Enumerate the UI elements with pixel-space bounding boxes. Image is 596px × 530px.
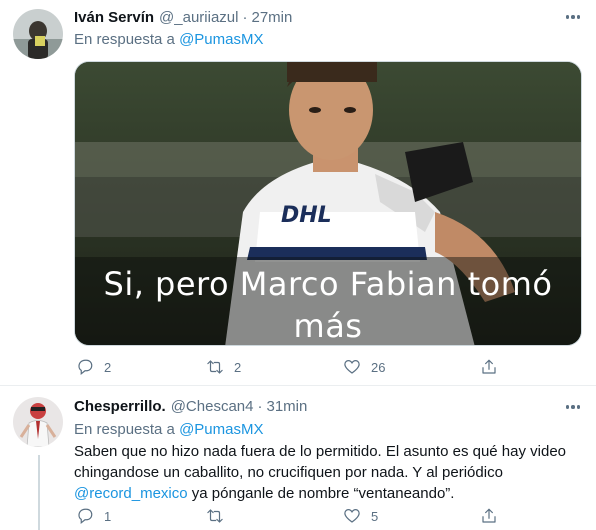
reply-context: En respuesta a @PumasMX — [74, 421, 264, 438]
tweet-text-line: @record_mexico ya pónganle de nombre “ve… — [74, 483, 584, 504]
reply-mention-link[interactable]: @PumasMX — [179, 421, 263, 438]
user-handle[interactable]: @_auriiazul — [159, 9, 238, 26]
user-handle[interactable]: @Chescan4 — [171, 398, 254, 415]
reply-count: 1 — [104, 508, 112, 524]
timestamp[interactable]: 27min — [251, 9, 292, 26]
timestamp[interactable]: 31min — [266, 398, 307, 415]
tweet-text-fragment: ya pónganle de nombre “ventaneando”. — [187, 485, 455, 502]
avatar[interactable] — [13, 397, 63, 447]
retweet-count: 2 — [234, 359, 242, 375]
thread-line — [38, 455, 40, 530]
more-icon[interactable] — [563, 397, 583, 417]
tweet-text-line: chingandose un caballito, no crucifiquen… — [74, 464, 503, 481]
more-icon[interactable] — [563, 7, 583, 27]
retweet-icon — [207, 509, 223, 523]
reply-icon — [78, 359, 93, 375]
jersey-sponsor-text: DHL — [281, 203, 332, 228]
tweet-header: Chesperrillo. @Chescan4 · 31min — [74, 398, 307, 415]
like-count: 26 — [371, 359, 386, 375]
avatar[interactable] — [13, 9, 63, 59]
retweet-button[interactable]: 2 — [206, 358, 241, 376]
share-button[interactable] — [480, 358, 508, 376]
reply-button[interactable]: 1 — [76, 507, 111, 525]
like-button[interactable]: 26 — [343, 358, 385, 376]
separator: · — [257, 398, 263, 415]
retweet-icon — [207, 360, 223, 374]
tweet-text-line: Saben que no hizo nada fuera de lo permi… — [74, 443, 567, 460]
share-icon — [482, 508, 496, 523]
reply-prefix: En respuesta a — [74, 31, 175, 48]
share-button[interactable] — [480, 507, 508, 525]
separator: · — [242, 9, 248, 26]
like-icon — [344, 360, 360, 374]
reply-prefix: En respuesta a — [74, 421, 175, 438]
display-name[interactable]: Iván Servín — [74, 9, 154, 26]
like-count: 5 — [371, 508, 379, 524]
like-button[interactable]: 5 — [343, 507, 378, 525]
tweet-image[interactable]: DHL Si, pero Marco Fabian tomó más — [74, 61, 582, 346]
reply-button[interactable]: 2 — [76, 358, 111, 376]
retweet-button[interactable] — [206, 507, 234, 525]
like-icon — [344, 509, 360, 523]
image-caption-line2: más — [293, 307, 363, 345]
tweet[interactable]: Iván Servín @_auriiazul · 27min En respu… — [0, 0, 596, 386]
reply-mention-link[interactable]: @PumasMX — [179, 31, 263, 48]
reply-context: En respuesta a @PumasMX — [74, 31, 264, 48]
image-caption-line1: Si, pero Marco Fabian tomó — [103, 265, 553, 303]
display-name[interactable]: Chesperrillo. — [74, 398, 166, 415]
tweet-text: Saben que no hizo nada fuera de lo permi… — [74, 441, 584, 504]
reply-count: 2 — [104, 359, 112, 375]
reply-icon — [78, 508, 93, 524]
mention-link[interactable]: @record_mexico — [74, 485, 188, 502]
tweet-header: Iván Servín @_auriiazul · 27min — [74, 9, 292, 26]
share-icon — [482, 359, 496, 374]
